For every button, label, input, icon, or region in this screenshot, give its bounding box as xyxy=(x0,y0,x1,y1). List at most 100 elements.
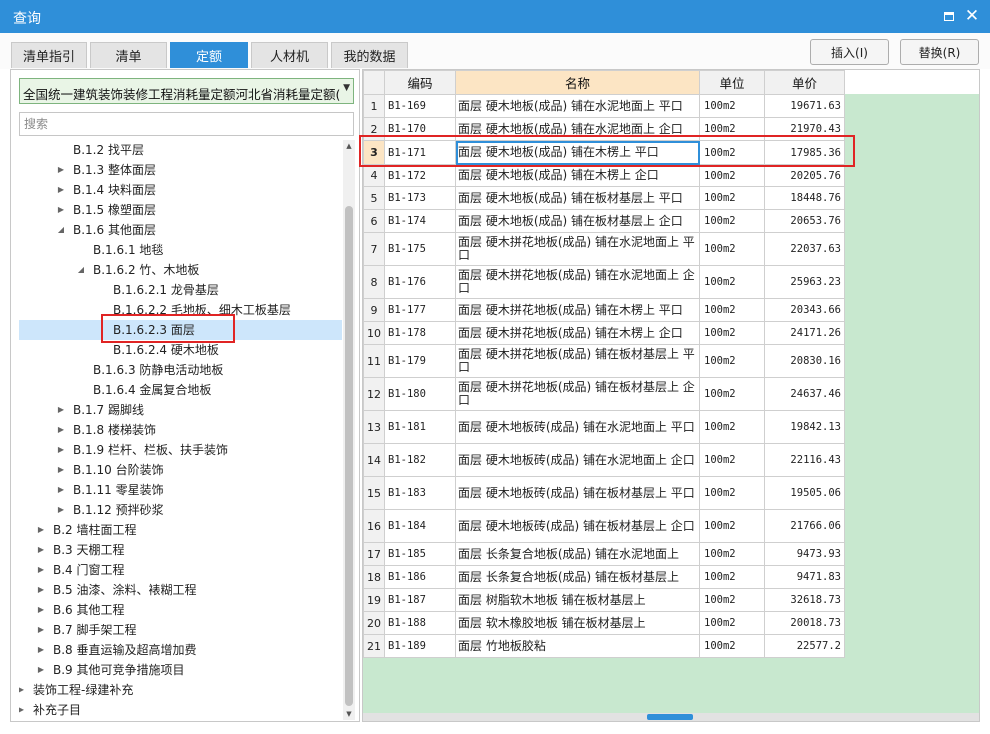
tree-arrow-icon[interactable]: ▶ xyxy=(35,620,47,640)
tree-arrow-icon[interactable]: ▶ xyxy=(55,180,67,200)
cell-unit[interactable]: 100m2 xyxy=(699,476,765,510)
cell-name[interactable]: 面层 竹地板胶粘 xyxy=(455,634,700,658)
col-header-code[interactable]: 编码 xyxy=(384,70,456,95)
tree-node[interactable]: B.1.6.2.4 硬木地板 xyxy=(19,340,342,360)
cell-name[interactable]: 面层 硬木地板砖(成品) 铺在板材基层上 企口 xyxy=(455,509,700,543)
tree-node[interactable]: ▶ B.1.4 块料面层 xyxy=(19,180,342,200)
table-row[interactable]: 20 B1-188 面层 软木橡胶地板 铺在板材基层上 100m2 20018.73 xyxy=(363,611,845,635)
cell-unit[interactable]: 100m2 xyxy=(699,565,765,589)
cell-unit[interactable]: 100m2 xyxy=(699,443,765,477)
tree-node[interactable]: ◢ B.1.6 其他面层 xyxy=(19,220,342,240)
table-row[interactable]: 10 B1-178 面层 硬木拼花地板(成品) 铺在木楞上 企口 100m2 24171… xyxy=(363,321,845,345)
cell-price[interactable]: 25963.23 xyxy=(764,265,845,299)
cell-code[interactable]: B1-177 xyxy=(384,298,456,322)
cell-name[interactable]: 面层 硬木拼花地板(成品) 铺在木楞上 平口 xyxy=(455,298,700,322)
table-row[interactable]: 1 B1-169 面层 硬木地板(成品) 铺在水泥地面上 平口 100m2 19671.… xyxy=(363,94,845,118)
tree-node[interactable]: ◢ B.1.6.2 竹、木地板 xyxy=(19,260,342,280)
cell-unit[interactable]: 100m2 xyxy=(699,94,765,118)
tree-node[interactable]: ▶ B.1.5 橡塑面层 xyxy=(19,200,342,220)
cell-price[interactable]: 19842.13 xyxy=(764,410,845,444)
cell-unit[interactable]: 100m2 xyxy=(699,186,765,210)
cell-price[interactable]: 24637.46 xyxy=(764,377,845,411)
cell-code[interactable]: B1-187 xyxy=(384,588,456,612)
cell-unit[interactable]: 100m2 xyxy=(699,164,765,187)
cell-name[interactable]: 面层 长条复合地板(成品) 铺在板材基层上 xyxy=(455,565,700,589)
tree-arrow-icon[interactable]: ▶ xyxy=(35,600,47,620)
cell-name[interactable]: 面层 树脂软木地板 铺在板材基层上 xyxy=(455,588,700,612)
cell-price[interactable]: 19505.06 xyxy=(764,476,845,510)
cell-price[interactable]: 20653.76 xyxy=(764,209,845,233)
cell-code[interactable]: B1-169 xyxy=(384,94,456,118)
tree-arrow-icon[interactable]: ▶ xyxy=(55,460,67,480)
cell-price[interactable]: 20343.66 xyxy=(764,298,845,322)
cell-code[interactable]: B1-186 xyxy=(384,565,456,589)
cell-unit[interactable]: 100m2 xyxy=(699,265,765,299)
cell-code[interactable]: B1-171 xyxy=(384,140,456,165)
cell-unit[interactable]: 100m2 xyxy=(699,140,765,165)
tree-arrow-icon[interactable]: ▶ xyxy=(55,500,67,520)
cell-unit[interactable]: 100m2 xyxy=(699,542,765,566)
tree-arrow-icon[interactable]: ▶ xyxy=(35,580,47,600)
cell-unit[interactable]: 100m2 xyxy=(699,344,765,378)
tab-list-guide[interactable]: 清单指引 xyxy=(11,42,87,68)
tab-my-data[interactable]: 我的数据 xyxy=(331,42,408,68)
table-row[interactable]: 19 B1-187 面层 树脂软木地板 铺在板材基层上 100m2 32618.73 xyxy=(363,588,845,612)
maximize-button[interactable] xyxy=(938,6,960,26)
cell-unit[interactable]: 100m2 xyxy=(699,588,765,612)
tree-node[interactable]: ▶ B.6 其他工程 xyxy=(19,600,342,620)
table-row[interactable]: 12 B1-180 面层 硬木拼花地板(成品) 铺在板材基层上 企口 100m2 246… xyxy=(363,377,845,411)
splitter-grip-icon[interactable] xyxy=(647,714,693,720)
cell-name[interactable]: 面层 软木橡胶地板 铺在板材基层上 xyxy=(455,611,700,635)
tree-node[interactable]: ▶ 补充子目 xyxy=(19,700,342,720)
tree-arrow-icon[interactable]: ▶ xyxy=(55,400,67,420)
table-row[interactable]: 8 B1-176 面层 硬木拼花地板(成品) 铺在水泥地面上 企口 100m2 2596… xyxy=(363,265,845,299)
grid-splitter[interactable] xyxy=(363,713,979,721)
scroll-up-icon[interactable]: ▲ xyxy=(343,140,355,152)
col-header-unit[interactable]: 单位 xyxy=(699,70,765,95)
cell-unit[interactable]: 100m2 xyxy=(699,377,765,411)
search-input[interactable] xyxy=(19,112,354,136)
col-header-price[interactable]: 单价 xyxy=(764,70,845,95)
cell-code[interactable]: B1-179 xyxy=(384,344,456,378)
cell-name[interactable]: 面层 硬木拼花地板(成品) 铺在板材基层上 平口 xyxy=(455,344,700,378)
cell-price[interactable]: 21970.43 xyxy=(764,117,845,141)
tree-arrow-icon[interactable]: ▶ xyxy=(19,700,27,720)
cell-price[interactable]: 20830.16 xyxy=(764,344,845,378)
cell-code[interactable]: B1-176 xyxy=(384,265,456,299)
table-row[interactable]: 13 B1-181 面层 硬木地板砖(成品) 铺在水泥地面上 平口 100m2 1984… xyxy=(363,410,845,444)
tree-arrow-icon[interactable]: ▶ xyxy=(55,480,67,500)
cell-name[interactable]: 面层 硬木地板(成品) 铺在板材基层上 企口 xyxy=(455,209,700,233)
cell-name[interactable]: 面层 硬木拼花地板(成品) 铺在水泥地面上 企口 xyxy=(455,265,700,299)
table-row[interactable]: 5 B1-173 面层 硬木地板(成品) 铺在板材基层上 平口 100m2 18448.… xyxy=(363,186,845,210)
tree-node[interactable]: ▶ B.1.9 栏杆、栏板、扶手装饰 xyxy=(19,440,342,460)
tree-node[interactable]: ▶ B.3 天棚工程 xyxy=(19,540,342,560)
cell-price[interactable]: 32618.73 xyxy=(764,588,845,612)
table-row[interactable]: 9 B1-177 面层 硬木拼花地板(成品) 铺在木楞上 平口 100m2 20343.… xyxy=(363,298,845,322)
tree-arrow-icon[interactable]: ▶ xyxy=(35,560,47,580)
cell-price[interactable]: 22577.2 xyxy=(764,634,845,658)
cell-name[interactable]: 面层 硬木地板(成品) 铺在木楞上 企口 xyxy=(455,164,700,187)
cell-code[interactable]: B1-181 xyxy=(384,410,456,444)
cell-price[interactable]: 22116.43 xyxy=(764,443,845,477)
cell-unit[interactable]: 100m2 xyxy=(699,611,765,635)
cell-name[interactable]: 面层 硬木地板砖(成品) 铺在板材基层上 平口 xyxy=(455,476,700,510)
cell-price[interactable]: 21766.06 xyxy=(764,509,845,543)
tree-arrow-icon[interactable]: ▶ xyxy=(55,420,67,440)
tree-node[interactable]: ▶ B.8 垂直运输及超高增加费 xyxy=(19,640,342,660)
cell-unit[interactable]: 100m2 xyxy=(699,634,765,658)
cell-name[interactable]: 面层 硬木地板(成品) 铺在水泥地面上 平口 xyxy=(455,94,700,118)
cell-price[interactable]: 20018.73 xyxy=(764,611,845,635)
tree-arrow-icon[interactable]: ◢ xyxy=(75,260,87,280)
cell-name[interactable]: 面层 硬木拼花地板(成品) 铺在板材基层上 企口 xyxy=(455,377,700,411)
cell-code[interactable]: B1-173 xyxy=(384,186,456,210)
cell-unit[interactable]: 100m2 xyxy=(699,209,765,233)
tree-arrow-icon[interactable]: ▶ xyxy=(55,200,67,220)
tree-arrow-icon[interactable]: ▶ xyxy=(19,680,27,700)
tree-node[interactable]: B.1.6.4 金属复合地板 xyxy=(19,380,342,400)
tree-node-selected[interactable]: B.1.6.2.3 面层 xyxy=(19,320,342,340)
tree-node[interactable]: ▶ B.1.11 零星装饰 xyxy=(19,480,342,500)
table-row[interactable]: 4 B1-172 面层 硬木地板(成品) 铺在木楞上 企口 100m2 20205.76 xyxy=(363,164,845,187)
cell-code[interactable]: B1-184 xyxy=(384,509,456,543)
cell-code[interactable]: B1-182 xyxy=(384,443,456,477)
close-button[interactable]: ✕ xyxy=(961,6,983,26)
